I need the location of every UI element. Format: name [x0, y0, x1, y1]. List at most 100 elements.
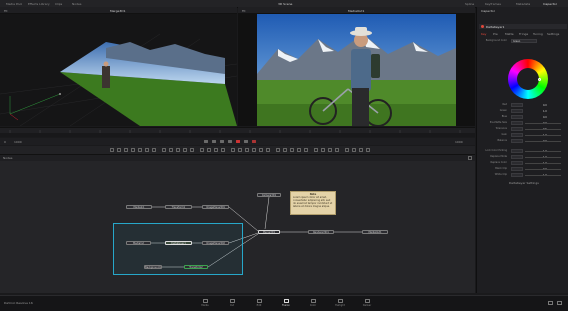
black-clip-slider[interactable] [525, 168, 561, 170]
bspline-tool-icon[interactable] [176, 148, 180, 152]
node-imageplane3d2[interactable]: ImagePlane3D2 [202, 241, 229, 245]
page-media[interactable]: Media [195, 299, 215, 310]
node-imageplane3d1[interactable]: ImagePlane3D1 [202, 205, 229, 209]
gain-slider[interactable] [525, 134, 561, 136]
go-to-start-icon[interactable] [204, 139, 208, 143]
inspector-node-header[interactable]: DeltaKeyer1 [479, 24, 567, 29]
node-renderer3d1[interactable]: Renderer3D1 [308, 230, 334, 234]
softclip-tool-icon[interactable] [335, 148, 339, 152]
text-tool-icon[interactable] [124, 148, 128, 152]
warp-tool-icon[interactable] [221, 148, 225, 152]
field-blue[interactable]: Blue 0.0 [481, 115, 565, 119]
camera3d-tool-icon[interactable] [252, 148, 256, 152]
replace-mode-slider[interactable] [525, 156, 561, 158]
settings-icon[interactable] [557, 301, 562, 305]
right-viewer-zoom[interactable]: Fit [242, 9, 246, 13]
merge-tool-icon[interactable] [131, 148, 135, 152]
node-editor[interactable]: MediaIn1 Transform1 ImagePlane3D1 Camera… [0, 161, 475, 293]
tab-tuning[interactable]: Tuning [533, 32, 543, 36]
bender3d-tool-icon[interactable] [328, 148, 332, 152]
color-wheel[interactable] [508, 59, 548, 99]
light3d-tool-icon[interactable] [259, 148, 263, 152]
step-forward-icon[interactable] [244, 139, 248, 143]
imageplane3d-tool-icon[interactable] [276, 148, 280, 152]
merge3d-tool-icon[interactable] [245, 148, 249, 152]
right-viewer-output[interactable] [238, 14, 475, 126]
node-transform2[interactable]: Transform2 [184, 265, 208, 269]
shape3d-tool-icon[interactable] [231, 148, 235, 152]
mask-tool-icon[interactable] [162, 148, 166, 152]
background-tool-icon[interactable] [110, 148, 114, 152]
left-viewer-zoom[interactable]: Fit [4, 9, 8, 13]
ellipse-tool-icon[interactable] [183, 148, 187, 152]
ribbon3d-tool-icon[interactable] [352, 148, 356, 152]
pre-matte-size-slider[interactable] [525, 122, 561, 124]
particle-tool-icon[interactable] [200, 148, 204, 152]
node-deltakeyer1[interactable]: DeltaKeyer1 [165, 241, 192, 245]
current-frame[interactable]: 1000 [455, 140, 463, 144]
sticky-note[interactable]: Note Lorem ipsum dolor sit amet, consect… [290, 191, 336, 215]
node-camera3d1[interactable]: Camera3D1 [257, 193, 281, 197]
text3d-tool-icon[interactable] [238, 148, 242, 152]
metadata-button[interactable]: Metadata [516, 2, 530, 6]
page-deliver[interactable]: Deliver [357, 299, 377, 310]
rectangle-tool-icon[interactable] [190, 148, 194, 152]
tab-matte[interactable]: Matte [505, 32, 514, 36]
node-merge3d1[interactable]: Merge3D1 [258, 230, 280, 234]
locator3d-tool-icon[interactable] [359, 148, 363, 152]
pointcloud3d-tool-icon[interactable] [366, 148, 370, 152]
lock-color-picking-slider[interactable] [525, 150, 561, 152]
blur-tool-icon[interactable] [145, 148, 149, 152]
tracker-tool-icon[interactable] [214, 148, 218, 152]
cube3d-tool-icon[interactable] [345, 148, 349, 152]
inspector-button[interactable]: Inspector [543, 2, 557, 6]
displace3d-tool-icon[interactable] [304, 148, 308, 152]
start-frame[interactable]: 0 [4, 140, 6, 144]
white-clip-slider[interactable] [525, 174, 561, 176]
field-green[interactable]: Green 1.0 [481, 109, 565, 113]
keyframes-button[interactable]: Keyframes [485, 2, 501, 6]
spline-button[interactable]: Spline [465, 2, 474, 6]
node-background1[interactable]: Background1 [144, 265, 162, 269]
field-tolerance[interactable]: Tolerance 0.5 [481, 127, 565, 131]
field-balance[interactable]: Balance 0.0 [481, 139, 565, 143]
tolerance-slider[interactable] [525, 128, 561, 130]
node-transform1[interactable]: Transform1 [165, 205, 192, 209]
page-color[interactable]: Color [303, 299, 323, 310]
node-mediaout1[interactable]: MediaOut1 [362, 230, 388, 234]
field-red[interactable]: Red 0.0 [481, 103, 565, 107]
balance-slider[interactable] [525, 140, 561, 142]
nodes-options-icon[interactable] [468, 156, 472, 160]
field-white-clip[interactable]: White Clip 1.0 [481, 173, 565, 177]
transform-tool-icon[interactable] [138, 148, 142, 152]
keyer-tool-icon[interactable] [207, 148, 211, 152]
step-back-icon[interactable] [212, 139, 216, 143]
play-reverse-icon[interactable] [220, 139, 224, 143]
nodes-button[interactable]: Nodes [72, 2, 81, 6]
paint-tool-icon[interactable] [117, 148, 121, 152]
play-icon[interactable] [236, 139, 240, 143]
color-tool-icon[interactable] [152, 148, 156, 152]
page-cut[interactable]: Cut [222, 299, 242, 310]
tab-pre[interactable]: Pre [493, 32, 498, 36]
projector3d-tool-icon[interactable] [290, 148, 294, 152]
renderer3d-tool-icon[interactable] [266, 148, 270, 152]
home-icon[interactable] [548, 301, 553, 305]
node-mediain1[interactable]: MediaIn1 [126, 205, 152, 209]
field-gain[interactable]: Gain 1.0 [481, 133, 565, 137]
color-picker-handle[interactable] [538, 78, 541, 81]
spotlight3d-tool-icon[interactable] [297, 148, 301, 152]
timeline-strip[interactable] [0, 133, 475, 137]
media-pool-button[interactable]: Media Pool [6, 2, 22, 6]
end-frame-left[interactable]: 1000 [14, 140, 22, 144]
field-background-color[interactable]: Background Color Green [481, 39, 565, 43]
tab-settings[interactable]: Settings [547, 32, 559, 36]
left-viewer-3d[interactable] [0, 14, 237, 126]
page-fusion[interactable]: Fusion [276, 299, 296, 310]
page-fairlight[interactable]: Fairlight [330, 299, 350, 310]
transform3d-tool-icon[interactable] [321, 148, 325, 152]
tab-key[interactable]: Key [481, 32, 486, 36]
page-edit[interactable]: Edit [249, 299, 269, 310]
stop-icon[interactable] [228, 139, 232, 143]
field-lock-color-picking[interactable]: Lock Color Picking 1.0 [481, 149, 565, 153]
